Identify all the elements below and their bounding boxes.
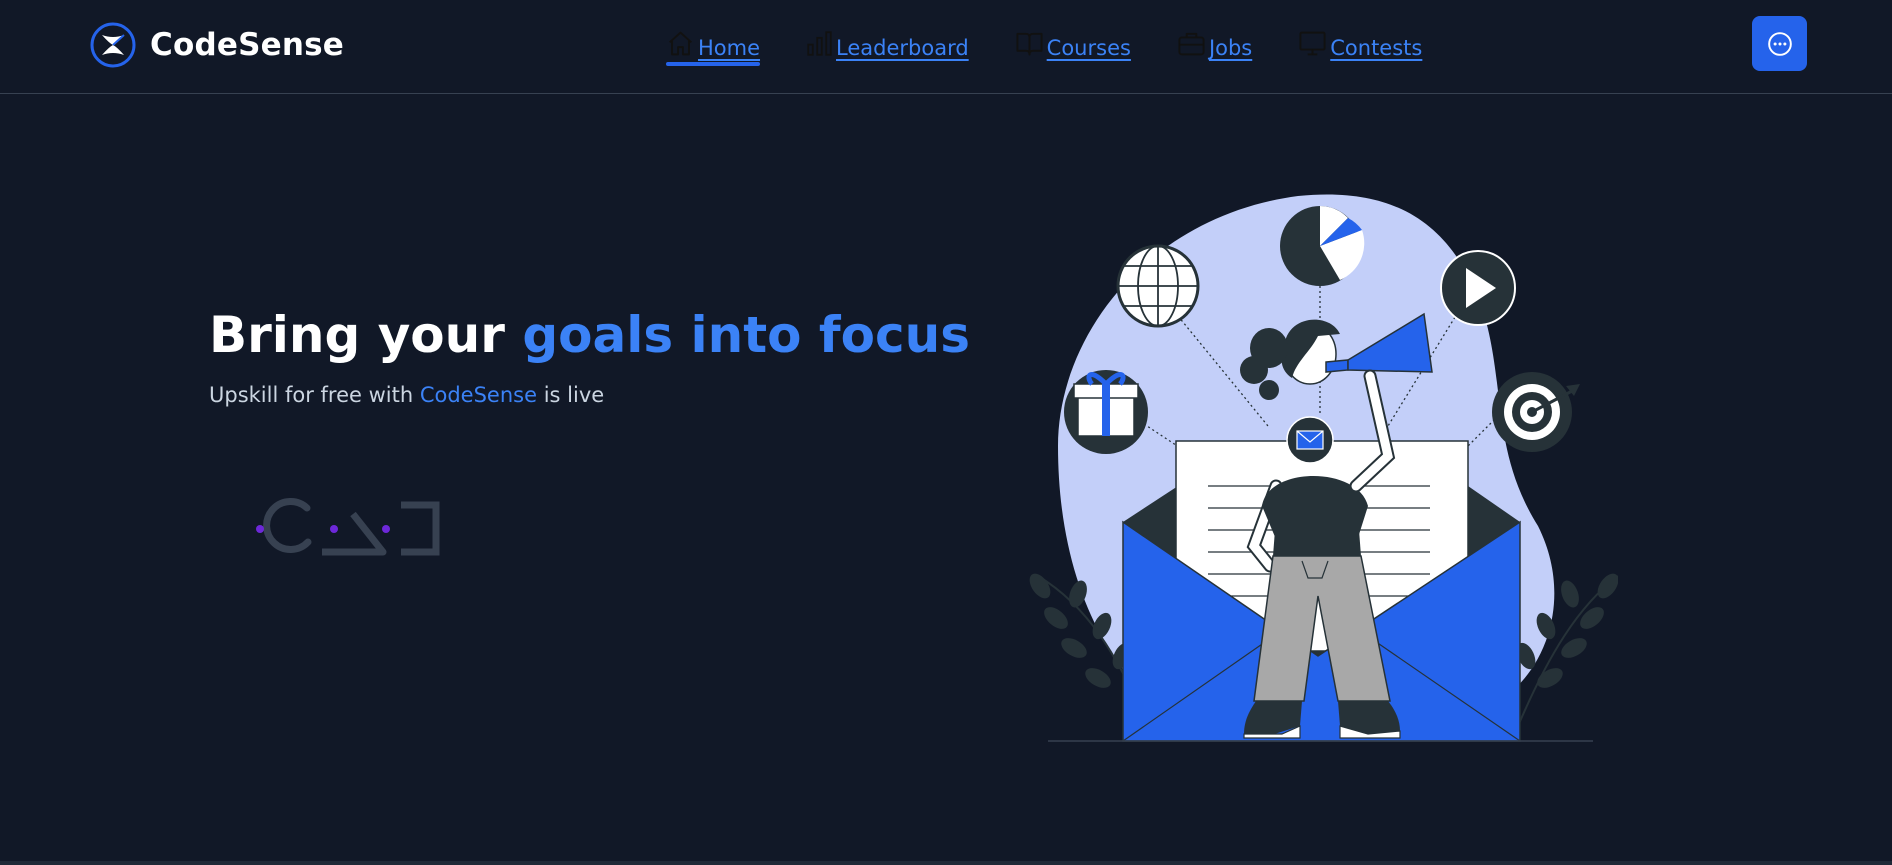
menu-button[interactable]	[1752, 16, 1807, 71]
loading-shapes-icon	[256, 498, 440, 556]
hero-title: Bring your goals into focus	[209, 306, 970, 364]
nav-item-label: Courses	[1046, 36, 1131, 60]
brand-link[interactable]: CodeSense	[90, 20, 344, 70]
page-bottom-border	[0, 861, 1892, 865]
bar-chart-icon	[807, 31, 832, 56]
play-button-icon	[1440, 250, 1516, 326]
more-dots-icon	[1767, 31, 1792, 56]
target-icon	[1492, 372, 1580, 452]
hero-subtitle-brand: CodeSense	[419, 383, 538, 407]
hero-title-plain: Bring your	[209, 306, 523, 364]
nav-item-label: Leaderboard	[836, 36, 969, 60]
top-navbar: CodeSense Home Leaderboard Courses Jobs	[0, 0, 1892, 94]
main-nav: Home Leaderboard Courses Jobs Contests	[666, 24, 1422, 66]
globe-icon	[1116, 244, 1200, 328]
hero-subtitle-end: is live	[537, 383, 605, 407]
nav-item-jobs[interactable]: Jobs	[1177, 24, 1252, 60]
nav-item-contests[interactable]: Contests	[1298, 24, 1422, 60]
hero-subtitle-start: Upskill for free with	[209, 383, 420, 407]
nav-item-label: Home	[698, 36, 761, 60]
nav-item-home[interactable]: Home	[666, 24, 761, 66]
hero-illustration	[1029, 194, 1618, 742]
nav-item-courses[interactable]: Courses	[1015, 24, 1131, 60]
nav-item-label: Jobs	[1208, 36, 1253, 60]
gift-box-icon	[1064, 370, 1148, 454]
open-book-icon	[1016, 32, 1043, 56]
brand-name: CodeSense	[150, 27, 344, 63]
nav-item-leaderboard[interactable]: Leaderboard	[806, 24, 969, 60]
hero-title-accent: goals into focus	[522, 306, 970, 364]
nav-item-label: Contests	[1330, 36, 1423, 60]
hero-subtitle: Upskill for free with CodeSense is live	[209, 383, 604, 407]
home-icon	[668, 31, 693, 56]
monitor-icon	[1299, 31, 1326, 56]
codesense-logo-icon	[90, 22, 136, 68]
briefcase-icon	[1178, 32, 1205, 56]
